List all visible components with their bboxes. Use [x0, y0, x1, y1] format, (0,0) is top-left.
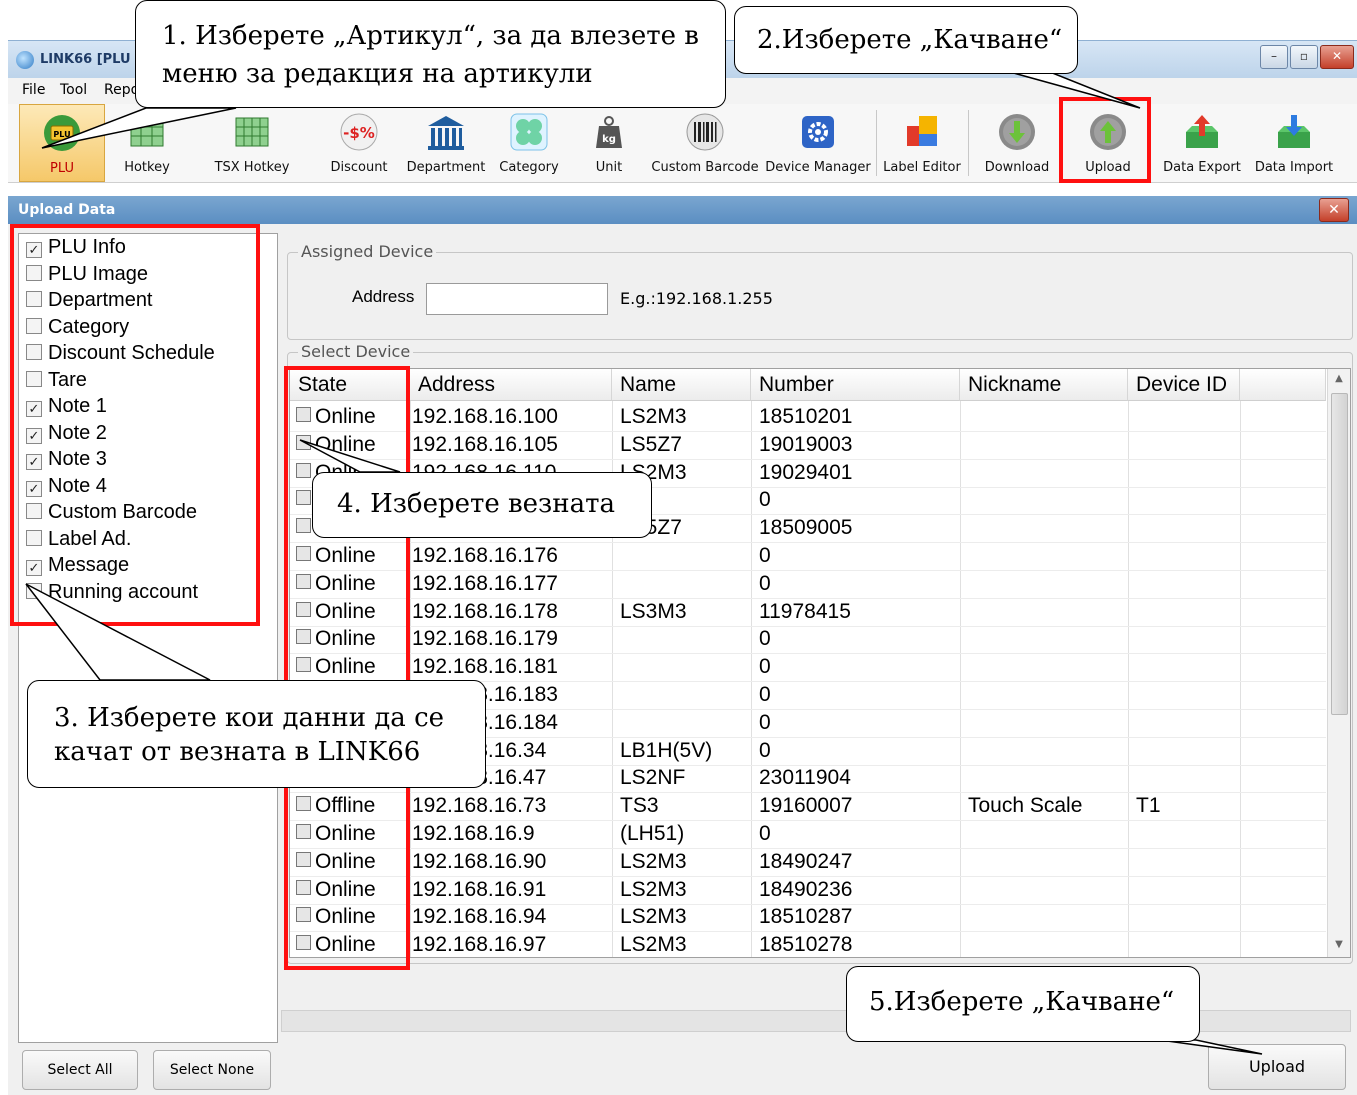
- callout-step-2-text: 2.Изберете „Качване“: [757, 25, 1063, 55]
- callout-pointers: [25, 71, 1263, 1055]
- callout-step-5: 5.Изберете „Качване“: [846, 966, 1200, 1042]
- callout-step-4: 4. Изберете везната: [312, 472, 652, 538]
- callout-step-5-text: 5.Изберете „Качване“: [869, 987, 1175, 1017]
- callout-step-3-line-2: качат от везната в LINK66: [54, 737, 421, 767]
- callout-step-3-line-1: 3. Изберете кои данни да се: [54, 703, 445, 733]
- callout-step-1-line-2: меню за редакция на артикули: [162, 59, 593, 89]
- callout-step-1: 1. Изберете „Артикул“, за да влезете в м…: [135, 0, 726, 108]
- callout-step-2: 2.Изберете „Качване“: [734, 6, 1078, 74]
- callout-step-3: 3. Изберете кои данни да се качат от вез…: [27, 680, 486, 788]
- callout-step-4-text: 4. Изберете везната: [337, 489, 615, 519]
- callout-step-1-line-1: 1. Изберете „Артикул“, за да влезете в: [162, 21, 699, 51]
